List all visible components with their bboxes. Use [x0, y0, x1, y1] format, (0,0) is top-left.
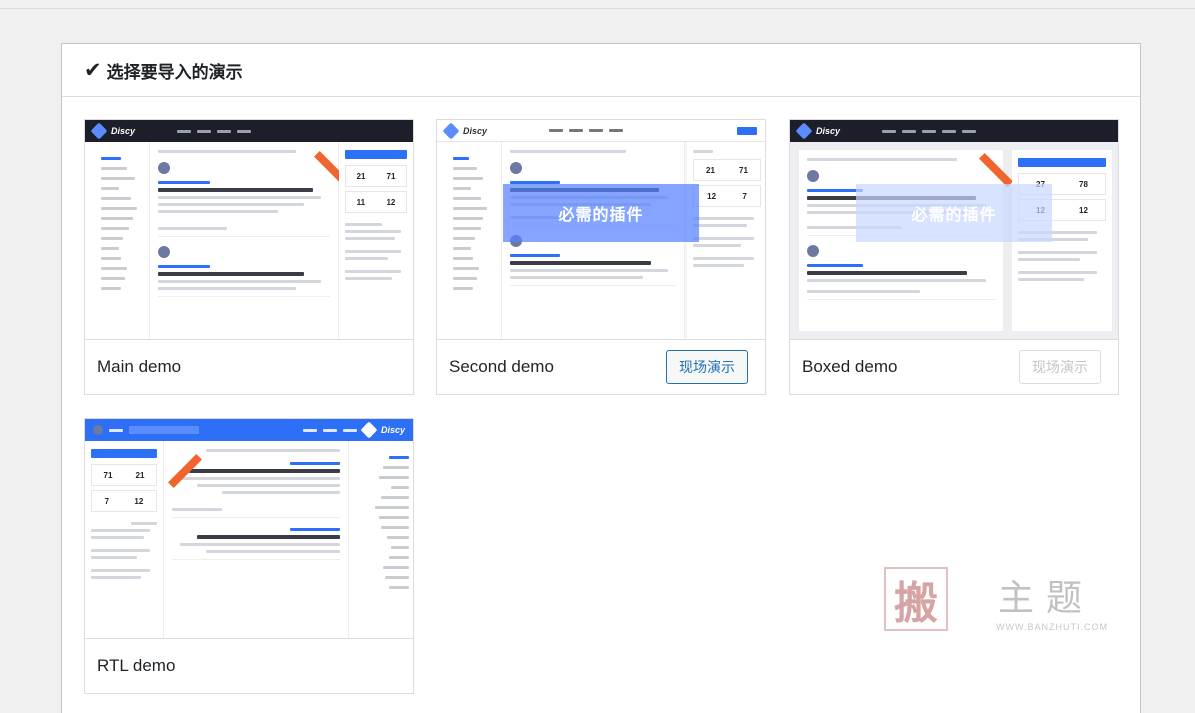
discy-logo-icon	[442, 122, 460, 139]
mini-navbar: Discy	[85, 120, 413, 142]
demo-name: Main demo	[97, 357, 182, 376]
logo-text: Discy	[816, 126, 841, 136]
live-preview-button[interactable]: 现场演示	[666, 350, 748, 384]
checkmark-icon: ✔	[84, 57, 102, 82]
logo-text: Discy	[463, 125, 488, 136]
demo-card-footer: Second demo 现场演示	[437, 340, 765, 394]
discy-logo-icon	[360, 421, 378, 439]
mini-sidebar	[85, 142, 149, 339]
demo-card-footer: Boxed demo 现场演示	[790, 340, 1118, 394]
demo-card-boxed[interactable]: Discy 2778 1212 必需的插件 Boxed demo 现场演示	[789, 119, 1119, 395]
live-preview-button[interactable]: 现场演示	[1019, 350, 1101, 384]
logo-text: Discy	[380, 425, 405, 435]
required-plugins-overlay: 必需的插件	[503, 184, 699, 242]
demo-screenshot: Discy 21 71 12 7 必需的插件	[437, 120, 765, 340]
mini-sidebar	[437, 142, 501, 339]
mini-navbar: Discy	[790, 120, 1118, 142]
required-plugins-overlay: 必需的插件	[856, 184, 1052, 242]
logo-text: Discy	[111, 126, 136, 136]
demo-name: Boxed demo	[802, 357, 898, 376]
watermark-stamp: 搬	[884, 567, 948, 631]
demo-card-footer: RTL demo	[85, 639, 413, 693]
panel-header: ✔ 选择要导入的演示	[62, 44, 1140, 97]
mini-navbar: Discy	[437, 120, 765, 142]
demo-card-rtl[interactable]: Discy 71 21 7 12 RTL demo	[84, 418, 414, 694]
watermark: 搬 主题 WWW.BANZHUTI.COM	[880, 567, 1120, 637]
demo-screenshot: Discy 71 21 7 12	[85, 419, 413, 639]
demo-card-second[interactable]: Discy 21 71 12 7 必需的插件 Second demo 现场演示	[436, 119, 766, 395]
demo-screenshot: Discy 21 71 11 12	[85, 120, 413, 340]
demo-card-main[interactable]: Discy 21 71 11 12 Main demo	[84, 119, 414, 395]
demo-card-footer: Main demo	[85, 340, 413, 394]
discy-logo-icon	[90, 122, 108, 140]
mini-navbar: Discy	[85, 419, 413, 441]
demo-name: RTL demo	[97, 656, 176, 675]
mini-right-column: 21 71 11 12	[339, 142, 413, 339]
watermark-url: WWW.BANZHUTI.COM	[996, 622, 1108, 632]
top-border	[0, 8, 1195, 9]
demo-screenshot: Discy 2778 1212 必需的插件	[790, 120, 1118, 340]
discy-logo-icon	[795, 122, 813, 140]
mini-right-column: 71 21 7 12	[85, 441, 163, 638]
mini-main	[149, 142, 339, 339]
panel-title: 选择要导入的演示	[106, 62, 243, 82]
demo-name: Second demo	[449, 357, 554, 376]
watermark-text: 主题	[998, 578, 1095, 619]
mini-sidebar	[349, 441, 413, 638]
